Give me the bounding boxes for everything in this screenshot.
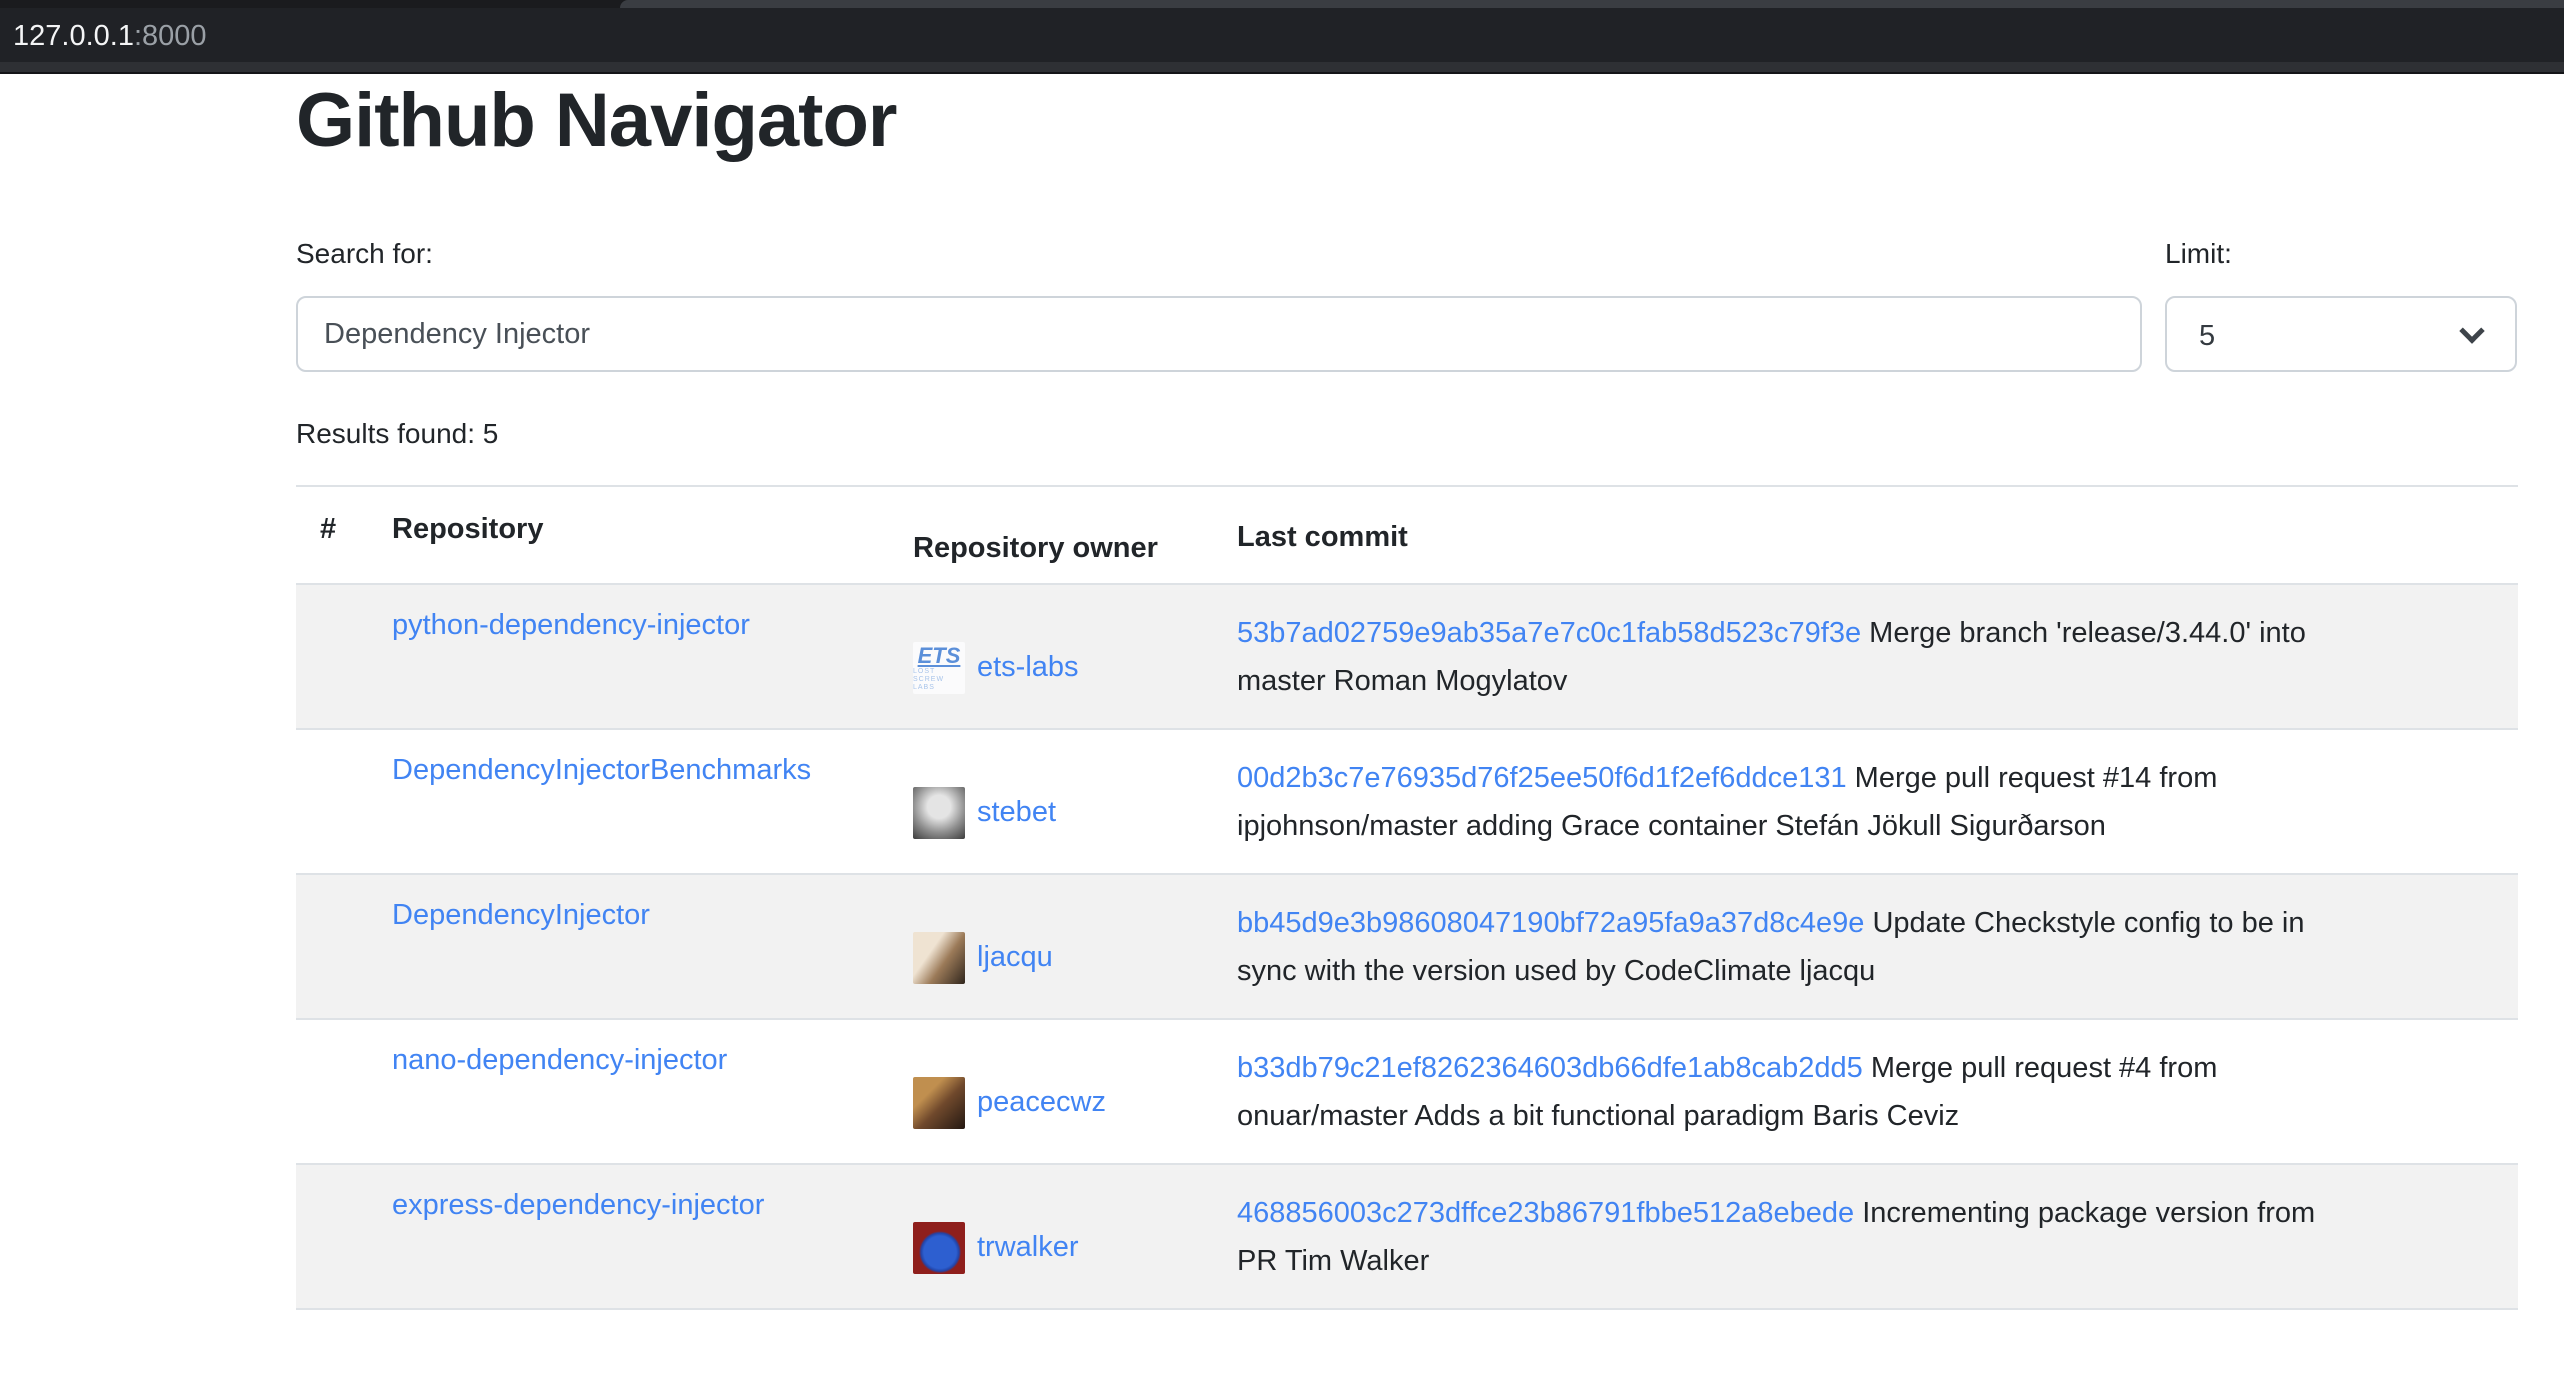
commit-hash-link[interactable]: 00d2b3c7e76935d76f25ee50f6d1f2ef6ddce131 [1237, 762, 1847, 794]
row-index [296, 1165, 368, 1308]
commit-text-line1: Update Checkstyle config to be in [1872, 907, 2304, 939]
commit-text-line1: Merge pull request #14 from [1855, 762, 2218, 794]
column-header-repository: Repository [368, 487, 889, 583]
column-header-last-commit: Last commit [1213, 487, 2518, 583]
address-bar-url[interactable]: 127.0.0.1:8000 [13, 16, 207, 56]
browser-bar-divider [0, 62, 2564, 72]
chevron-down-icon [2459, 318, 2484, 343]
commit-hash-link[interactable]: bb45d9e3b98608047190bf72a95fa9a37d8c4e9e [1237, 907, 1864, 939]
commit-text-line2: ipjohnson/master adding Grace container … [1237, 810, 2106, 842]
commit-message: 00d2b3c7e76935d76f25ee50f6d1f2ef6ddce131… [1213, 730, 2518, 873]
commit-message: b33db79c21ef8262364603db66dfe1ab8cab2dd5… [1213, 1020, 2518, 1163]
commit-hash-link[interactable]: b33db79c21ef8262364603db66dfe1ab8cab2dd5 [1237, 1052, 1863, 1084]
url-port: :8000 [134, 20, 207, 52]
owner-link[interactable]: ets-labs [977, 651, 1079, 684]
limit-select[interactable]: 5 [2165, 296, 2517, 372]
results-table: # Repository Repository owner Last commi… [296, 485, 2518, 1310]
commit-message: bb45d9e3b98608047190bf72a95fa9a37d8c4e9e… [1213, 875, 2518, 1018]
commit-message: 53b7ad02759e9ab35a7e7c0c1fab58d523c79f3e… [1213, 585, 2518, 728]
commit-text-line2: master Roman Mogylatov [1237, 665, 1567, 697]
row-index [296, 875, 368, 1018]
commit-hash-link[interactable]: 53b7ad02759e9ab35a7e7c0c1fab58d523c79f3e [1237, 617, 1861, 649]
owner-avatar: ETS LOST SCREW LABS [913, 642, 965, 694]
owner-avatar [913, 932, 965, 984]
commit-text-line1: Merge branch 'release/3.44.0' into [1869, 617, 2306, 649]
table-row: python-dependency-injector ETS LOST SCRE… [296, 585, 2518, 730]
repo-link[interactable]: python-dependency-injector [392, 609, 750, 641]
table-header-row: # Repository Repository owner Last commi… [296, 485, 2518, 585]
owner-avatar [913, 787, 965, 839]
search-label: Search for: [296, 234, 433, 274]
repo-link[interactable]: express-dependency-injector [392, 1189, 764, 1221]
page-title: Github Navigator [296, 76, 896, 166]
commit-text-line1: Merge pull request #4 from [1871, 1052, 2218, 1084]
table-row: nano-dependency-injector peacecwz b33db7… [296, 1020, 2518, 1165]
repo-link[interactable]: DependencyInjector [392, 899, 650, 931]
browser-url-bar: 127.0.0.1:8000 [0, 0, 2564, 74]
commit-text-line2: onuar/master Adds a bit functional parad… [1237, 1100, 1959, 1132]
commit-text-line2: sync with the version used by CodeClimat… [1237, 955, 1875, 987]
url-host: 127.0.0.1 [13, 20, 134, 52]
owner-avatar [913, 1222, 965, 1274]
table-row: DependencyInjectorBenchmarks stebet 00d2… [296, 730, 2518, 875]
limit-label: Limit: [2165, 234, 2232, 274]
limit-selected-value: 5 [2199, 316, 2215, 356]
commit-message: 468856003c273dffce23b86791fbbe512a8ebede… [1213, 1165, 2518, 1308]
commit-hash-link[interactable]: 468856003c273dffce23b86791fbbe512a8ebede [1237, 1197, 1854, 1229]
row-index [296, 1020, 368, 1163]
ets-logo-text: ETS [918, 644, 961, 668]
table-row: DependencyInjector ljacqu bb45d9e3b98608… [296, 875, 2518, 1020]
repo-link[interactable]: nano-dependency-injector [392, 1044, 727, 1076]
search-input[interactable] [296, 296, 2142, 372]
owner-link[interactable]: peacecwz [977, 1086, 1106, 1119]
commit-text-line2: PR Tim Walker [1237, 1245, 1429, 1277]
results-count: Results found: 5 [296, 414, 498, 454]
owner-link[interactable]: ljacqu [977, 941, 1053, 974]
browser-tab-strip-inactive [620, 0, 2564, 8]
table-row: express-dependency-injector trwalker 468… [296, 1165, 2518, 1310]
column-header-index: # [296, 487, 368, 583]
owner-avatar [913, 1077, 965, 1129]
owner-link[interactable]: trwalker [977, 1231, 1079, 1264]
column-header-owner: Repository owner [889, 487, 1213, 583]
row-index [296, 730, 368, 873]
commit-text-line1: Incrementing package version from [1862, 1197, 2315, 1229]
row-index [296, 585, 368, 728]
owner-link[interactable]: stebet [977, 796, 1056, 829]
repo-link[interactable]: DependencyInjectorBenchmarks [392, 754, 811, 786]
ets-logo-subtext: LOST SCREW LABS [913, 668, 965, 692]
